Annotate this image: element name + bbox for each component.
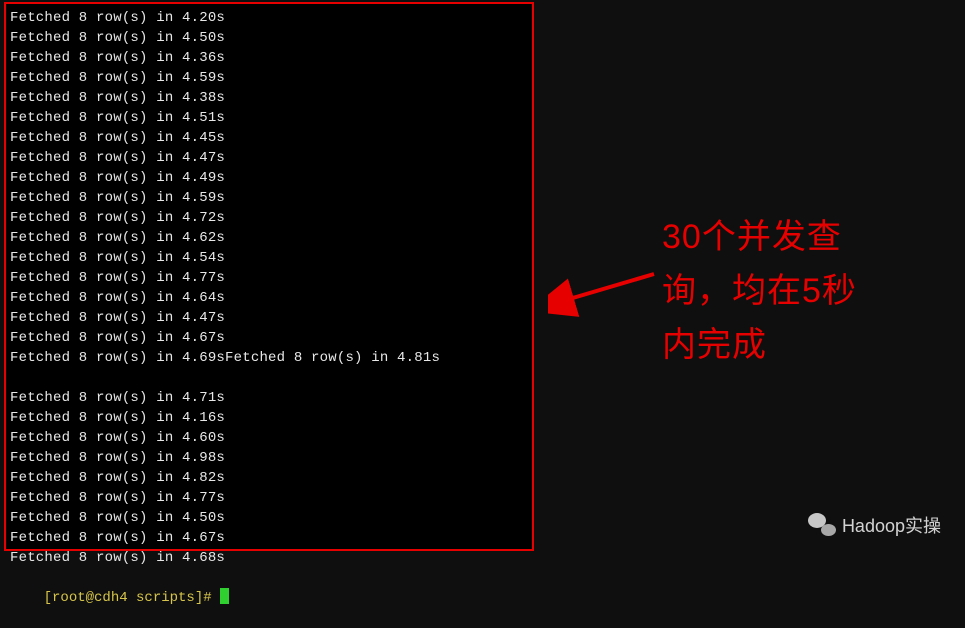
terminal-line: Fetched 8 row(s) in 4.77s (10, 268, 528, 288)
terminal-line: Fetched 8 row(s) in 4.68s (10, 548, 528, 568)
terminal-line: Fetched 8 row(s) in 4.60s (10, 428, 528, 448)
terminal-prompt: [root@cdh4 scripts]# (44, 590, 220, 606)
terminal-line: Fetched 8 row(s) in 4.51s (10, 108, 528, 128)
terminal-prompt-line[interactable]: [root@cdh4 scripts]# (10, 568, 528, 628)
terminal-line: Fetched 8 row(s) in 4.67s (10, 328, 528, 348)
terminal-line: Fetched 8 row(s) in 4.36s (10, 48, 528, 68)
watermark: Hadoop实操 (808, 512, 941, 538)
annotation-text: 30个并发查 询，均在5秒 内完成 (662, 210, 932, 372)
terminal-line: Fetched 8 row(s) in 4.72s (10, 208, 528, 228)
terminal-line: Fetched 8 row(s) in 4.45s (10, 128, 528, 148)
terminal-line: Fetched 8 row(s) in 4.49s (10, 168, 528, 188)
terminal-line: Fetched 8 row(s) in 4.38s (10, 88, 528, 108)
terminal-output-box: Fetched 8 row(s) in 4.20sFetched 8 row(s… (4, 2, 534, 551)
terminal-line: Fetched 8 row(s) in 4.20s (10, 8, 528, 28)
terminal-line: Fetched 8 row(s) in 4.50s (10, 508, 528, 528)
terminal-line: Fetched 8 row(s) in 4.59s (10, 68, 528, 88)
terminal-line: Fetched 8 row(s) in 4.77s (10, 488, 528, 508)
annotation-arrow-icon (548, 260, 658, 320)
terminal-cursor (220, 588, 229, 604)
wechat-icon (808, 513, 836, 537)
terminal-line: Fetched 8 row(s) in 4.64s (10, 288, 528, 308)
terminal-line: Fetched 8 row(s) in 4.67s (10, 528, 528, 548)
watermark-label: Hadoop实操 (842, 512, 941, 538)
terminal-line: Fetched 8 row(s) in 4.71s (10, 388, 528, 408)
terminal-line (10, 368, 528, 388)
terminal-line: Fetched 8 row(s) in 4.47s (10, 308, 528, 328)
terminal-line: Fetched 8 row(s) in 4.59s (10, 188, 528, 208)
terminal-line: Fetched 8 row(s) in 4.62s (10, 228, 528, 248)
terminal-line: Fetched 8 row(s) in 4.98s (10, 448, 528, 468)
terminal-line: Fetched 8 row(s) in 4.47s (10, 148, 528, 168)
terminal-line: Fetched 8 row(s) in 4.69sFetched 8 row(s… (10, 348, 528, 368)
terminal-line: Fetched 8 row(s) in 4.16s (10, 408, 528, 428)
terminal-line: Fetched 8 row(s) in 4.54s (10, 248, 528, 268)
terminal-line: Fetched 8 row(s) in 4.50s (10, 28, 528, 48)
terminal-lines: Fetched 8 row(s) in 4.20sFetched 8 row(s… (10, 8, 528, 568)
terminal-line: Fetched 8 row(s) in 4.82s (10, 468, 528, 488)
